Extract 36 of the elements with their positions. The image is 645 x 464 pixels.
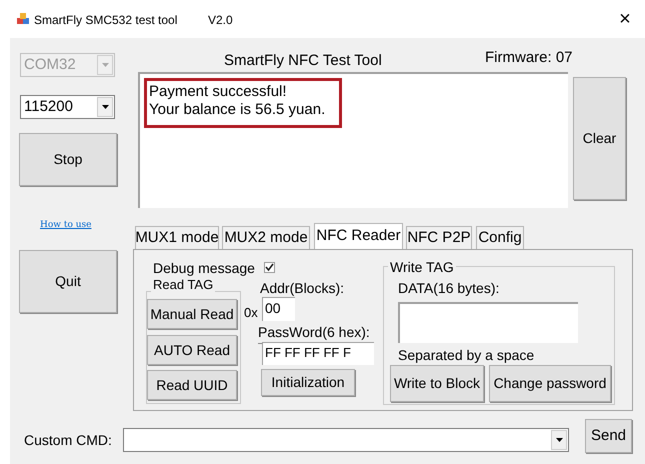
quit-button[interactable]: Quit <box>19 250 117 313</box>
custom-cmd-field[interactable] <box>123 428 569 452</box>
group-title: Read TAG <box>151 277 216 292</box>
data-input[interactable] <box>398 302 578 343</box>
send-button[interactable]: Send <box>585 419 632 453</box>
tab[interactable]: NFC Reader <box>314 223 403 249</box>
how-to-use-link[interactable]: How to use <box>40 219 92 232</box>
initialization-button[interactable]: Initialization <box>261 369 355 396</box>
tab[interactable]: MUX2 mode <box>222 226 310 249</box>
window-title: SmartFly SMC532 test tool <box>34 12 178 29</box>
app-icon <box>16 12 30 26</box>
hint-text: Separated by a space <box>398 346 534 365</box>
write-button[interactable]: Change password <box>489 365 611 402</box>
data-label: DATA(16 bytes): <box>398 279 500 298</box>
debug-label: Debug message <box>153 259 255 278</box>
addr-label: Addr(Blocks): <box>260 279 344 298</box>
output-message: Payment successful! Your balance is 56.5 yuan. <box>144 78 342 128</box>
read-button[interactable]: AUTO Read <box>147 335 237 365</box>
version-label: V2.0 <box>208 12 233 29</box>
firmware-label: Firmware: 07 <box>485 48 573 68</box>
write-button[interactable]: Write to Block <box>390 365 484 402</box>
tab[interactable]: MUX1 mode <box>135 226 219 249</box>
dropdown[interactable]: 115200 <box>20 95 115 119</box>
tab[interactable]: NFC P2P <box>406 226 472 249</box>
hex-prefix: 0x <box>244 304 258 322</box>
clear-button[interactable]: Clear <box>573 77 626 200</box>
close-button[interactable]: × <box>612 6 638 32</box>
password-input[interactable]: FF FF FF FF F <box>262 342 374 365</box>
addr-input[interactable]: 00 <box>262 297 295 321</box>
read-button[interactable]: Manual Read <box>147 299 237 329</box>
debug-checkbox[interactable] <box>264 262 275 273</box>
app-heading: SmartFly NFC Test Tool <box>224 51 382 71</box>
tab[interactable]: Config <box>476 226 524 249</box>
read-button[interactable]: Read UUID <box>147 370 237 400</box>
custom-cmd-label: Custom CMD: <box>24 431 112 450</box>
stop-button[interactable]: Stop <box>19 133 117 186</box>
